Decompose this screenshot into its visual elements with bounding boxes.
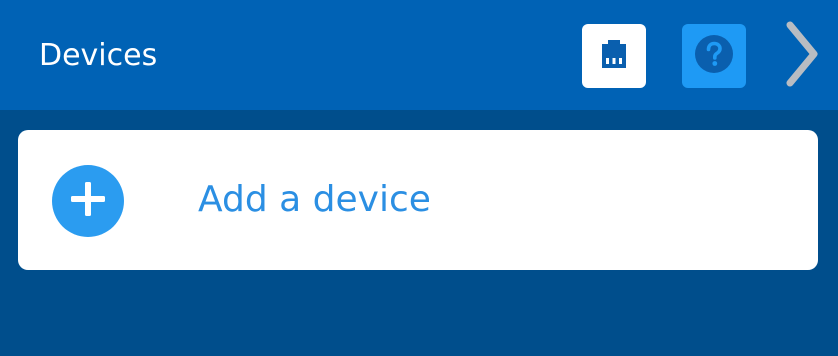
- question-mark-icon: [693, 33, 735, 79]
- add-device-label[interactable]: Add a device: [198, 178, 431, 222]
- ethernet-button[interactable]: [582, 24, 646, 88]
- ethernet-port-icon: [594, 34, 634, 78]
- add-device-card[interactable]: Add a device: [18, 130, 818, 270]
- page-title: Devices: [39, 38, 158, 73]
- add-device-button[interactable]: [52, 165, 124, 237]
- plus-icon: [68, 179, 108, 223]
- help-button[interactable]: [682, 24, 746, 88]
- chevron-right-icon: [780, 21, 820, 91]
- next-button[interactable]: [770, 21, 830, 91]
- header-bar: Devices: [0, 0, 838, 110]
